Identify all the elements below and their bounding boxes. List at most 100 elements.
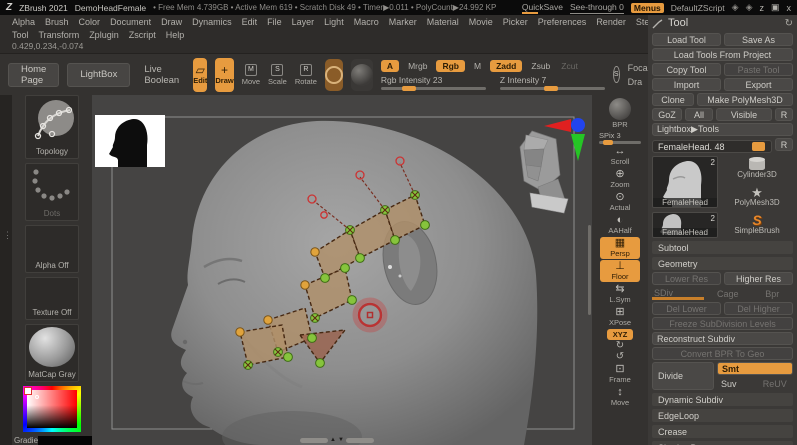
suv-toggle[interactable]: Suv xyxy=(717,377,754,390)
crease-section-header[interactable]: Crease xyxy=(652,425,793,438)
vertical-scrollbar[interactable] xyxy=(588,225,591,315)
stroke-s-icon[interactable]: S xyxy=(612,66,620,83)
higher-res-button[interactable]: Higher Res xyxy=(724,272,793,285)
shadowbox-section-header[interactable]: ShadowBox xyxy=(652,441,793,445)
reconstruct-subdiv-button[interactable]: Reconstruct Subdiv xyxy=(652,332,793,345)
bpr-geo-button[interactable]: Bpr xyxy=(752,287,794,300)
move-mode-button[interactable]: M Move xyxy=(242,63,260,86)
load-tools-from-project-button[interactable]: Load Tools From Project xyxy=(652,48,793,61)
menu-tool[interactable]: Tool xyxy=(12,30,29,40)
copy-tool-button[interactable]: Copy Tool xyxy=(652,63,721,76)
menu-dynamics[interactable]: Dynamics xyxy=(192,17,232,27)
lightbox-tools-button[interactable]: Lightbox▶Tools xyxy=(652,123,793,136)
spix-slider[interactable]: SPix 3 xyxy=(599,131,641,145)
cage-button[interactable]: Cage xyxy=(707,287,749,300)
active-tool-thumbnail[interactable]: 2 FemaleHead xyxy=(652,156,718,208)
current-color-swatch[interactable] xyxy=(24,386,32,395)
quicksave-button[interactable]: QuickSave xyxy=(522,2,563,14)
scale-mode-button[interactable]: S Scale xyxy=(268,63,287,86)
scrollbar-track-right[interactable] xyxy=(345,437,374,443)
texture-selector[interactable]: Texture Off xyxy=(25,276,79,320)
menu-layer[interactable]: Layer xyxy=(292,17,315,27)
sdiv-slider[interactable]: SDiv xyxy=(652,288,704,300)
cylinder3d-tool[interactable]: Cylinder3D xyxy=(721,156,793,181)
active-tool-handle[interactable] xyxy=(752,142,765,151)
rotate-y-icon[interactable]: ↻ xyxy=(616,341,624,351)
scroll-up-icon[interactable]: ▲ xyxy=(330,437,336,443)
refresh-icon[interactable]: ↻ xyxy=(785,18,793,29)
edit-mode-button[interactable]: ▱ Edit xyxy=(193,57,208,92)
scrollbar-track-left[interactable] xyxy=(300,437,328,443)
rotate-xyz-button[interactable]: XYZ xyxy=(606,329,634,340)
spix-handle[interactable] xyxy=(603,140,613,145)
rgb-intensity-handle[interactable] xyxy=(401,85,416,91)
material-selector[interactable]: MatCap Gray xyxy=(25,323,79,382)
see-through-slider[interactable]: See-through 0 xyxy=(569,2,624,14)
femalehead2-tool[interactable]: 2 FemaleHead xyxy=(652,212,718,238)
rgb-intensity-track[interactable] xyxy=(380,85,486,91)
tool-panel-header[interactable]: Tool ↻ xyxy=(652,15,793,31)
current-stroke-button[interactable] xyxy=(350,58,373,91)
xpose-button[interactable]: ⊞ XPose xyxy=(600,306,640,328)
local-symmetry-button[interactable]: ⇆ L.Sym xyxy=(600,283,640,305)
import-button[interactable]: Import xyxy=(652,78,721,91)
home-page-button[interactable]: Home Page xyxy=(8,62,60,87)
lightbox-button[interactable]: LightBox xyxy=(67,62,131,87)
menu-draw[interactable]: Draw xyxy=(161,17,182,27)
menu-light[interactable]: Light xyxy=(324,17,344,27)
actual-size-button[interactable]: ⊙ Actual xyxy=(600,191,640,213)
menu-zscript[interactable]: Zscript xyxy=(129,30,156,40)
convert-bpr-button[interactable]: Convert BPR To Geo xyxy=(652,347,793,360)
zadd-toggle[interactable]: Zadd xyxy=(490,59,523,72)
tray-handle-icon[interactable]: ⋮ xyxy=(3,230,12,241)
restore-button[interactable]: ▣ xyxy=(771,2,780,13)
spix-track[interactable] xyxy=(599,140,641,145)
hand-right-icon[interactable]: ◈ xyxy=(746,2,753,13)
menu-macro[interactable]: Macro xyxy=(354,17,379,27)
smt-toggle[interactable]: Smt xyxy=(717,362,793,375)
draw-mode-button[interactable]: + Draw xyxy=(215,57,234,92)
divide-button[interactable]: Divide xyxy=(652,362,714,390)
menu-render[interactable]: Render xyxy=(596,17,626,27)
edgeloop-section-header[interactable]: EdgeLoop xyxy=(652,409,793,422)
left-edge-tray[interactable]: ⋮ xyxy=(0,95,12,445)
minimize-button[interactable]: z xyxy=(759,3,764,13)
menus-toggle[interactable]: Menus xyxy=(630,2,664,13)
mrgb-toggle[interactable]: Mrgb xyxy=(406,60,429,72)
goz-visible-button[interactable]: Visible xyxy=(716,108,772,121)
close-button[interactable]: x xyxy=(787,3,792,13)
current-brush-button[interactable] xyxy=(324,58,343,91)
lower-res-button[interactable]: Lower Res xyxy=(652,272,721,285)
rotate-mode-button[interactable]: R Rotate xyxy=(295,63,317,86)
freeze-subdivision-button[interactable]: Freeze SubDivision Levels xyxy=(652,317,793,330)
focal-shift-clipped[interactable]: Foca xyxy=(628,63,648,73)
export-button[interactable]: Export xyxy=(724,78,793,91)
make-polymesh3d-button[interactable]: Make PolyMesh3D xyxy=(697,93,793,106)
head-mesh[interactable] xyxy=(171,120,538,445)
menu-transform[interactable]: Transform xyxy=(39,30,80,40)
rgb-intensity-slider[interactable]: Rgb Intensity 23 xyxy=(380,75,486,91)
default-zscript-button[interactable]: DefaultZScript xyxy=(671,3,725,13)
reuv-toggle[interactable]: ReUV xyxy=(757,377,794,390)
del-higher-button[interactable]: Del Higher xyxy=(724,302,793,315)
floor-grid-button[interactable]: ⊥ Floor xyxy=(600,260,640,282)
menu-document[interactable]: Document xyxy=(110,17,151,27)
menu-color[interactable]: Color xyxy=(79,17,101,27)
color-picker[interactable] xyxy=(23,385,81,432)
paste-tool-button[interactable]: Paste Tool xyxy=(724,63,793,76)
goz-button[interactable]: GoZ xyxy=(652,108,682,121)
document-canvas[interactable]: ▲ ▼ xyxy=(92,95,592,445)
goz-r-button[interactable]: R xyxy=(775,108,793,121)
menu-movie[interactable]: Movie xyxy=(469,17,493,27)
scroll-button[interactable]: ↔ Scroll xyxy=(600,145,640,167)
m-toggle[interactable]: M xyxy=(472,60,483,72)
del-lower-button[interactable]: Del Lower xyxy=(652,302,721,315)
alpha-selector[interactable]: Alpha Off xyxy=(25,225,79,273)
a-toggle[interactable]: A xyxy=(380,59,400,72)
move-canvas-button[interactable]: ↕ Move xyxy=(600,386,640,408)
subtool-section-header[interactable]: Subtool xyxy=(652,241,793,254)
rgb-toggle[interactable]: Rgb xyxy=(436,59,465,72)
aahalf-button[interactable]: ◐ AAHalf xyxy=(600,214,640,236)
hand-left-icon[interactable]: ◈ xyxy=(732,2,739,13)
rotate-z-icon[interactable]: ↺ xyxy=(616,352,624,362)
